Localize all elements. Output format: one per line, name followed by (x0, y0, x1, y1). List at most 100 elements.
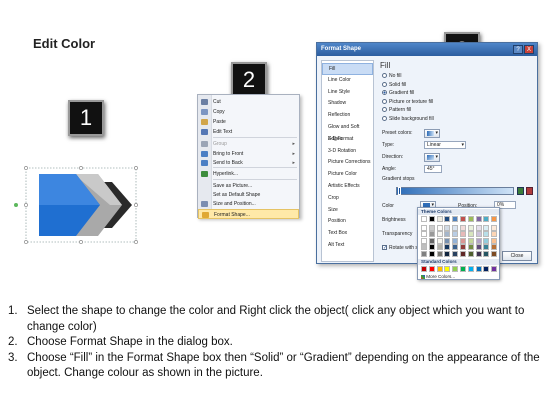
standard-color-swatch[interactable] (421, 266, 427, 272)
color-swatch[interactable] (467, 251, 474, 257)
add-stop-icon[interactable] (517, 187, 524, 195)
context-menu-item[interactable]: Copy (198, 107, 299, 117)
dialog-nav-item[interactable]: Fill (322, 63, 373, 75)
color-swatch[interactable] (491, 216, 498, 222)
chevron-shape-graphic[interactable] (14, 162, 144, 248)
context-menu-item[interactable]: Size and Position... (198, 199, 299, 209)
color-swatch[interactable] (452, 244, 459, 251)
standard-color-swatch[interactable] (460, 266, 466, 272)
color-swatch[interactable] (421, 251, 427, 257)
color-swatch[interactable] (421, 237, 427, 244)
color-swatch[interactable] (421, 216, 427, 222)
color-swatch[interactable] (483, 244, 490, 251)
fill-option-radio[interactable]: Slide background fill (382, 116, 434, 122)
color-swatch[interactable] (444, 237, 451, 244)
standard-color-swatch[interactable] (436, 266, 443, 272)
standard-color-swatch[interactable] (428, 266, 435, 272)
color-swatch[interactable] (475, 231, 482, 238)
dialog-nav-item[interactable]: Crop (322, 193, 373, 205)
color-swatch[interactable] (483, 231, 490, 238)
selected-shape[interactable] (14, 162, 144, 248)
dialog-nav-item[interactable]: Glow and Soft Edges (322, 122, 373, 142)
color-swatch[interactable] (436, 224, 443, 231)
color-swatch[interactable] (491, 224, 498, 231)
color-swatch[interactable] (421, 244, 427, 251)
angle-input[interactable]: 45° (424, 165, 442, 173)
dialog-nav-item[interactable]: 3-D Rotation (322, 146, 373, 158)
type-select[interactable]: Linear ▾ (424, 141, 466, 149)
color-swatch[interactable] (460, 231, 466, 238)
color-swatch[interactable] (428, 216, 435, 222)
color-swatch[interactable] (428, 244, 435, 251)
close-icon[interactable]: X (524, 45, 534, 54)
color-swatch[interactable] (452, 251, 459, 257)
fill-option-radio[interactable]: Gradient fill (382, 90, 414, 96)
color-swatch[interactable] (475, 237, 482, 244)
dialog-nav-item[interactable]: Shadow (322, 98, 373, 110)
dialog-nav-item[interactable]: Picture Corrections (322, 157, 373, 169)
fill-option-radio[interactable]: Picture or texture fill (382, 99, 433, 105)
color-swatch[interactable] (428, 224, 435, 231)
dialog-nav-item[interactable]: Line Style (322, 87, 373, 99)
context-menu-item[interactable]: Hyperlink... (198, 169, 299, 179)
color-swatch[interactable] (452, 224, 459, 231)
color-swatch[interactable] (483, 216, 490, 222)
color-swatch[interactable] (467, 237, 474, 244)
context-menu-item[interactable]: Format Shape... (198, 209, 299, 219)
standard-color-swatch[interactable] (452, 266, 459, 272)
color-swatch[interactable] (475, 244, 482, 251)
color-swatch[interactable] (467, 244, 474, 251)
dialog-nav-item[interactable]: Size (322, 205, 373, 217)
color-swatch[interactable] (460, 224, 466, 231)
context-menu-item[interactable]: Group ▸ (198, 139, 299, 149)
remove-stop-icon[interactable] (526, 187, 533, 195)
color-swatch[interactable] (475, 224, 482, 231)
color-swatch[interactable] (452, 231, 459, 238)
color-swatch[interactable] (467, 216, 474, 222)
color-swatch[interactable] (436, 251, 443, 257)
dialog-nav-item[interactable]: Alt Text (322, 240, 373, 252)
color-swatch[interactable] (475, 216, 482, 222)
help-button[interactable]: ? (513, 45, 523, 54)
color-swatch[interactable] (460, 216, 466, 222)
color-swatch[interactable] (491, 251, 498, 257)
color-swatch[interactable] (460, 251, 466, 257)
color-swatch[interactable] (444, 231, 451, 238)
context-menu-item[interactable]: Edit Text (198, 127, 299, 137)
color-swatch[interactable] (483, 237, 490, 244)
color-swatch[interactable] (421, 231, 427, 238)
dialog-nav-item[interactable]: Picture Color (322, 169, 373, 181)
color-swatch[interactable] (483, 224, 490, 231)
color-swatch[interactable] (428, 237, 435, 244)
standard-color-swatch[interactable] (467, 266, 474, 272)
preset-colors-dropdown[interactable]: ▾ (424, 129, 440, 138)
fill-option-radio[interactable]: Pattern fill (382, 107, 411, 113)
color-swatch[interactable] (436, 244, 443, 251)
color-swatch[interactable] (428, 231, 435, 238)
dialog-nav-item[interactable]: 3-D Format (322, 134, 373, 146)
color-swatch[interactable] (444, 216, 451, 222)
color-swatch[interactable] (460, 244, 466, 251)
fill-option-radio[interactable]: Solid fill (382, 82, 406, 88)
color-swatch[interactable] (452, 216, 459, 222)
standard-color-swatch[interactable] (483, 266, 490, 272)
color-swatch[interactable] (491, 244, 498, 251)
color-swatch[interactable] (491, 231, 498, 238)
color-swatch[interactable] (421, 224, 427, 231)
color-swatch[interactable] (444, 224, 451, 231)
color-swatch[interactable] (491, 237, 498, 244)
close-button[interactable]: Close (502, 251, 532, 261)
dialog-nav-item[interactable]: Text Box (322, 228, 373, 240)
standard-color-swatch[interactable] (444, 266, 451, 272)
standard-color-swatch[interactable] (491, 266, 498, 272)
color-swatch[interactable] (467, 231, 474, 238)
direction-dropdown[interactable]: ▾ (424, 153, 440, 162)
gradient-stops-bar[interactable] (396, 187, 514, 195)
color-swatch[interactable] (467, 224, 474, 231)
more-colors-link[interactable]: More Colors... (421, 274, 455, 279)
color-swatch[interactable] (436, 216, 443, 222)
color-swatch[interactable] (428, 251, 435, 257)
dialog-nav-item[interactable]: Position (322, 216, 373, 228)
color-swatch[interactable] (436, 231, 443, 238)
color-swatch[interactable] (436, 237, 443, 244)
